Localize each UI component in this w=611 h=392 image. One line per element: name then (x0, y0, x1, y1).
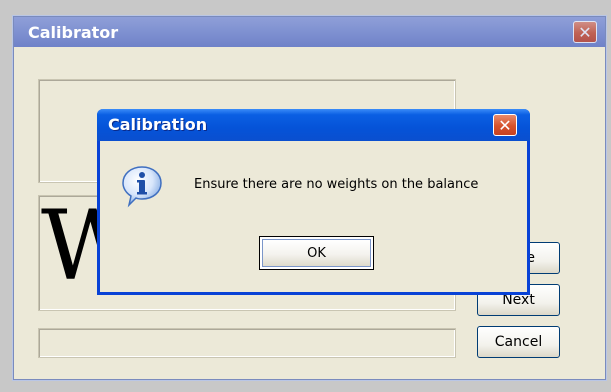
calibrator-close-button[interactable]: ✕ (573, 21, 597, 43)
ok-button-label: OK (307, 245, 326, 261)
dialog-title: Calibration (108, 115, 208, 134)
close-icon: ✕ (498, 115, 512, 135)
cancel-button[interactable]: Cancel (477, 326, 560, 358)
calibration-dialog: Calibration ✕ Ensure there are no weight… (97, 109, 530, 295)
dialog-close-button[interactable]: ✕ (493, 114, 517, 136)
ok-button[interactable]: OK (259, 236, 374, 270)
info-icon (122, 166, 162, 208)
dialog-titlebar[interactable]: Calibration ✕ (97, 109, 530, 141)
status-field (38, 328, 456, 358)
cancel-button-label: Cancel (494, 334, 543, 350)
dialog-message: Ensure there are no weights on the balan… (194, 177, 479, 192)
calibrator-titlebar[interactable]: Calibrator ✕ (14, 17, 605, 47)
close-icon: ✕ (578, 22, 592, 42)
calibrator-title: Calibrator (28, 23, 119, 42)
ok-button-face: OK (262, 239, 371, 267)
